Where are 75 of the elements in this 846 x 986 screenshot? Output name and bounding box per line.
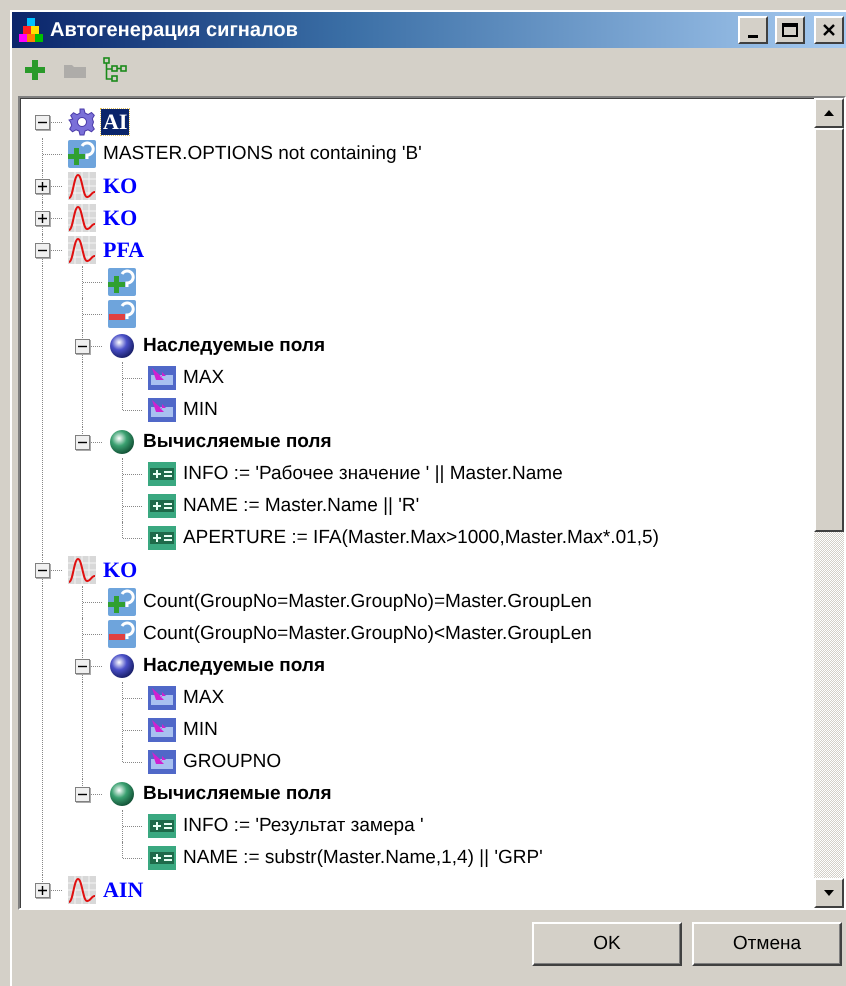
- down-arrow-icon: [823, 889, 835, 897]
- expand-button[interactable]: [35, 179, 50, 194]
- sphere-icon: [108, 332, 136, 360]
- tree-item[interactable]: AI: [101, 109, 130, 135]
- waveform-icon: [68, 236, 96, 264]
- sphere-icon: [108, 428, 136, 456]
- tree-item[interactable]: Count(GroupNo=Master.GroupNo)=Master.GroupLen: [141, 589, 594, 615]
- minimize-icon: [748, 34, 758, 38]
- include-condition-icon: [108, 268, 136, 296]
- expand-button[interactable]: [35, 883, 50, 898]
- collapse-button[interactable]: [75, 339, 90, 354]
- waveform-icon: [68, 172, 96, 200]
- tree-item[interactable]: KO: [101, 557, 140, 583]
- toolbar-button[interactable]: [100, 55, 130, 85]
- plus-icon: [38, 886, 47, 895]
- plus-icon: [38, 182, 47, 191]
- waveform-icon: [68, 876, 96, 904]
- tree-item[interactable]: MIN: [181, 397, 220, 423]
- tree-item[interactable]: INFO := 'Рабочее значение ' || Master.Name: [181, 461, 565, 487]
- tree-item[interactable]: Вычисляемые поля: [141, 781, 334, 807]
- include-condition-icon: [68, 140, 96, 168]
- tree-item[interactable]: INFO := 'Результат замера ': [181, 813, 426, 839]
- expand-button[interactable]: [35, 211, 50, 226]
- exclude-condition-icon: [108, 620, 136, 648]
- minimize-button[interactable]: [738, 16, 768, 44]
- tree-item[interactable]: Count(GroupNo=Master.GroupNo)<Master.GroupLen: [141, 621, 594, 647]
- field-calculation-icon: [148, 844, 176, 872]
- field-calculation-icon: [148, 524, 176, 552]
- sphere-icon: [108, 652, 136, 680]
- collapse-button[interactable]: [75, 787, 90, 802]
- collapse-button[interactable]: [75, 659, 90, 674]
- sphere-icon: [108, 780, 136, 808]
- window-title: Автогенерация сигналов: [50, 18, 299, 42]
- close-button[interactable]: [814, 16, 844, 44]
- tree-item[interactable]: NAME := Master.Name || 'R': [181, 493, 422, 519]
- scrollbar[interactable]: [814, 98, 844, 908]
- tree-item[interactable]: GROUPNO: [181, 749, 284, 775]
- tree-item[interactable]: Вычисляемые поля: [141, 429, 334, 455]
- close-icon: [822, 23, 836, 37]
- tree-item[interactable]: KO: [101, 205, 140, 231]
- scroll-down-button[interactable]: [814, 878, 844, 908]
- tree-item[interactable]: Наследуемые поля: [141, 333, 328, 359]
- collapse-button[interactable]: [35, 243, 50, 258]
- field-calculation-icon: [148, 460, 176, 488]
- collapse-button[interactable]: [75, 435, 90, 450]
- maximize-button[interactable]: [775, 16, 805, 44]
- tree-item[interactable]: MIN: [181, 717, 220, 743]
- dialog-button[interactable]: OK: [532, 922, 682, 966]
- tree-item[interactable]: MASTER.OPTIONS not containing 'B': [101, 141, 424, 167]
- field-calculation-icon: [148, 812, 176, 840]
- tree-item[interactable]: AIN: [101, 877, 146, 903]
- plus-icon: [38, 214, 47, 223]
- collapse-button[interactable]: [35, 115, 50, 130]
- exclude-condition-icon: [108, 300, 136, 328]
- tree-item[interactable]: KO: [101, 173, 140, 199]
- collapse-button[interactable]: [35, 563, 50, 578]
- tree-icon: [102, 56, 128, 84]
- tree-item[interactable]: PFA: [101, 237, 146, 263]
- maximize-icon: [782, 23, 798, 37]
- waveform-icon: [68, 556, 96, 584]
- tree-item[interactable]: MAX: [181, 685, 226, 711]
- tree-item[interactable]: MAX: [181, 365, 226, 391]
- scroll-up-button[interactable]: [814, 98, 844, 128]
- tree-item[interactable]: NAME := substr(Master.Name,1,4) || 'GRP': [181, 845, 545, 871]
- waveform-icon: [68, 204, 96, 232]
- plus-icon: [23, 58, 47, 82]
- dialog-button[interactable]: Отмена: [692, 922, 842, 966]
- field-calculation-icon: [148, 492, 176, 520]
- gear-icon: [68, 108, 96, 136]
- tree-item[interactable]: Наследуемые поля: [141, 653, 328, 679]
- tree-item[interactable]: APERTURE := IFA(Master.Max>1000,Master.Max*.01,5): [181, 525, 661, 551]
- up-arrow-icon: [823, 109, 835, 117]
- app-icon: [18, 17, 44, 43]
- include-condition-icon: [108, 588, 136, 616]
- scrollbar-thumb[interactable]: [814, 128, 844, 532]
